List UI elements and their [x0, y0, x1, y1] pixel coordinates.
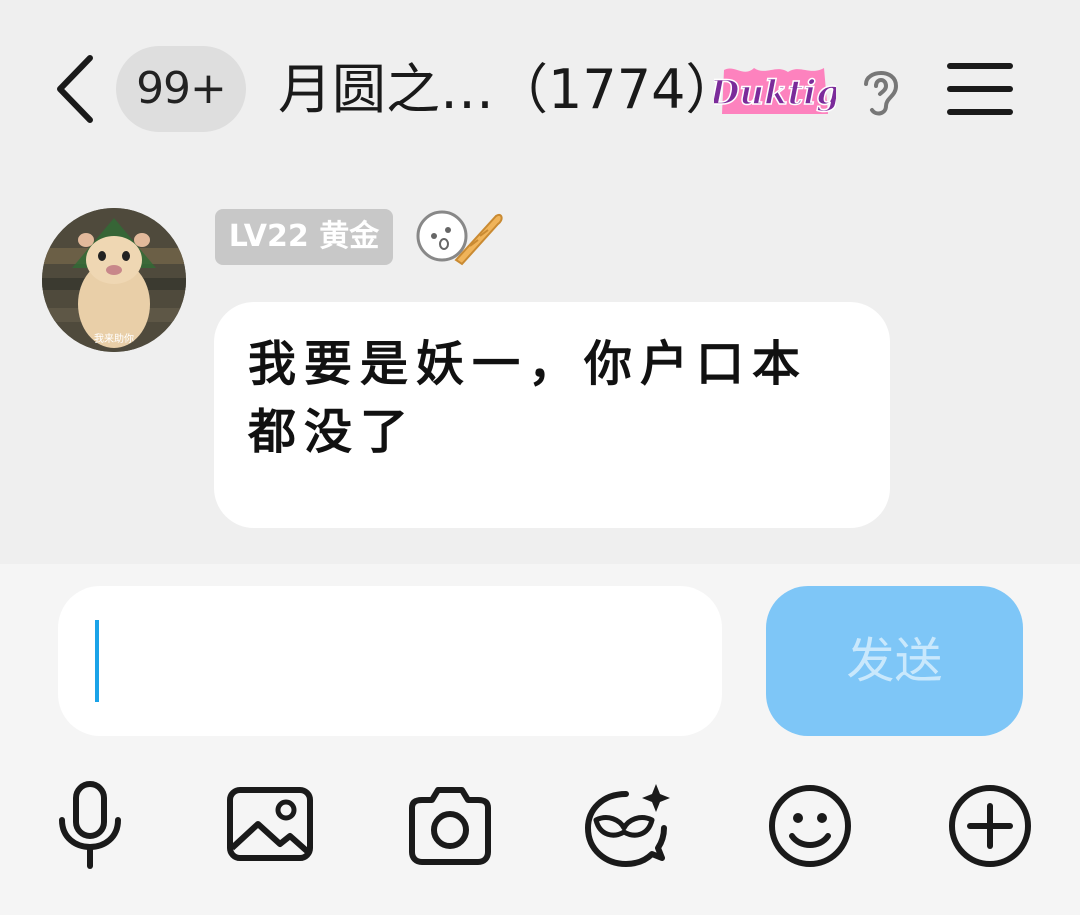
image-icon[interactable]: [224, 780, 316, 872]
avatar[interactable]: 我来助你: [42, 208, 186, 352]
chat-title[interactable]: 月圆之…（1774）: [278, 52, 739, 128]
ear-icon[interactable]: [856, 62, 906, 118]
menu-icon[interactable]: [946, 60, 1014, 118]
duktig-sticker-icon: Duktig: [714, 60, 836, 122]
text-caret: [95, 620, 99, 702]
back-icon[interactable]: [50, 52, 100, 126]
camera-icon[interactable]: [404, 780, 496, 872]
composer-panel: 发送: [0, 564, 1080, 915]
mask-effect-icon[interactable]: [582, 780, 674, 872]
avatar-caption: 我来助你: [94, 332, 134, 345]
microphone-icon[interactable]: [44, 780, 136, 872]
message-input[interactable]: [58, 586, 722, 736]
message-bubble[interactable]: 我要是妖一，你户口本都没了: [214, 302, 890, 528]
level-badge: LV22 黄金: [215, 209, 393, 265]
emoji-icon[interactable]: [764, 780, 856, 872]
message-text: 我要是妖一，你户口本都没了: [248, 336, 809, 460]
send-button[interactable]: 发送: [766, 586, 1023, 736]
chat-header: 99+ 月圆之…（1774） Duktig: [0, 0, 1080, 180]
unread-count-badge[interactable]: 99+: [116, 46, 246, 132]
brand-sticker-text: Duktig: [714, 73, 836, 113]
bread-sticker-icon: [408, 206, 504, 268]
plus-icon[interactable]: [944, 780, 1036, 872]
